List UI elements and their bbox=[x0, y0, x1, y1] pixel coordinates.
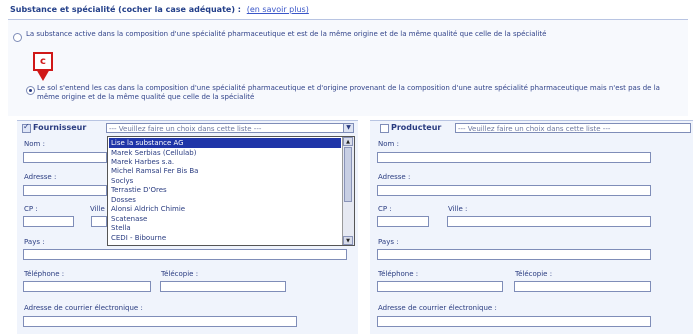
fournisseur-dropdown-list[interactable]: Lise la substance AG Marek Serbias (Cell… bbox=[107, 136, 355, 246]
email-input[interactable] bbox=[377, 316, 651, 327]
dropdown-item[interactable]: Alonsi Aldrich Chimie bbox=[109, 204, 341, 214]
option-2-radio[interactable] bbox=[26, 86, 35, 95]
section-title-text: Substance et spécialité (cocher la case … bbox=[10, 5, 241, 14]
scroll-down-icon[interactable]: ▼ bbox=[343, 236, 353, 245]
telephone-input[interactable] bbox=[23, 281, 151, 292]
chevron-down-icon[interactable]: ▼ bbox=[343, 124, 353, 132]
ville-input[interactable] bbox=[91, 216, 107, 227]
option-2-text: Le sol s'entend les cas dans la composit… bbox=[37, 84, 660, 101]
telecopie-input[interactable] bbox=[514, 281, 651, 292]
fournisseur-select-value: --- Veuillez faire un choix dans cette l… bbox=[109, 125, 262, 133]
scroll-up-icon[interactable]: ▲ bbox=[343, 137, 353, 146]
telephone-input[interactable] bbox=[377, 281, 503, 292]
pays-input[interactable] bbox=[377, 249, 651, 260]
dropdown-item[interactable]: Stella bbox=[109, 223, 341, 233]
dropdown-item[interactable]: Lise la substance AG bbox=[109, 138, 341, 148]
pays-input[interactable] bbox=[23, 249, 347, 260]
fournisseur-label: Fournisseur bbox=[33, 123, 87, 132]
dropdown-item[interactable]: Michel Ramsal Fer Bis Ba bbox=[109, 166, 341, 176]
producteur-checkbox[interactable] bbox=[380, 124, 389, 133]
fournisseur-select[interactable]: --- Veuillez faire un choix dans cette l… bbox=[106, 123, 354, 133]
producteur-select-value: --- Veuillez faire un choix dans cette l… bbox=[458, 125, 611, 133]
adresse-input[interactable] bbox=[23, 185, 107, 196]
dropdown-scrollbar[interactable]: ▲ ▼ bbox=[342, 137, 354, 245]
adresse-label: Adresse : bbox=[378, 173, 411, 181]
ville-label: Ville : bbox=[448, 205, 468, 213]
pays-label: Pays : bbox=[378, 238, 399, 246]
option-1-radio[interactable] bbox=[13, 33, 22, 42]
learn-more-link[interactable]: (en savoir plus) bbox=[247, 5, 309, 14]
dropdown-item[interactable]: CEDI - Bibourne bbox=[109, 233, 341, 243]
producteur-label: Producteur bbox=[391, 123, 442, 132]
nom-label: Nom : bbox=[378, 140, 399, 148]
fournisseur-checkbox[interactable] bbox=[22, 122, 31, 133]
pays-label: Pays : bbox=[24, 238, 45, 246]
cp-label: CP : bbox=[24, 205, 38, 213]
cp-input[interactable] bbox=[377, 216, 429, 227]
nom-label: Nom : bbox=[24, 140, 45, 148]
telecopie-label: Télécopie : bbox=[161, 270, 199, 278]
section-title: Substance et spécialité (cocher la case … bbox=[10, 5, 309, 14]
cp-label: CP : bbox=[378, 205, 392, 213]
telecopie-label: Télécopie : bbox=[515, 270, 553, 278]
option-1-text: La substance active dans la composition … bbox=[26, 30, 547, 38]
adresse-label: Adresse : bbox=[24, 173, 57, 181]
producteur-select[interactable]: --- Veuillez faire un choix dans cette l… bbox=[455, 123, 691, 133]
telephone-label: Téléphone : bbox=[378, 270, 419, 278]
telecopie-input[interactable] bbox=[160, 281, 286, 292]
adresse-input[interactable] bbox=[377, 185, 651, 196]
telephone-label: Téléphone : bbox=[24, 270, 65, 278]
callout-arrow-icon bbox=[36, 69, 50, 81]
scrollbar-thumb[interactable] bbox=[344, 147, 352, 202]
email-input[interactable] bbox=[23, 316, 297, 327]
email-label: Adresse de courrier électronique : bbox=[378, 304, 497, 312]
ville-input[interactable] bbox=[447, 216, 651, 227]
dropdown-item[interactable]: Terrastie D'Ores bbox=[109, 185, 341, 195]
nom-input[interactable] bbox=[377, 152, 651, 163]
nom-input[interactable] bbox=[23, 152, 107, 163]
email-label: Adresse de courrier électronique : bbox=[24, 304, 143, 312]
cp-input[interactable] bbox=[23, 216, 74, 227]
